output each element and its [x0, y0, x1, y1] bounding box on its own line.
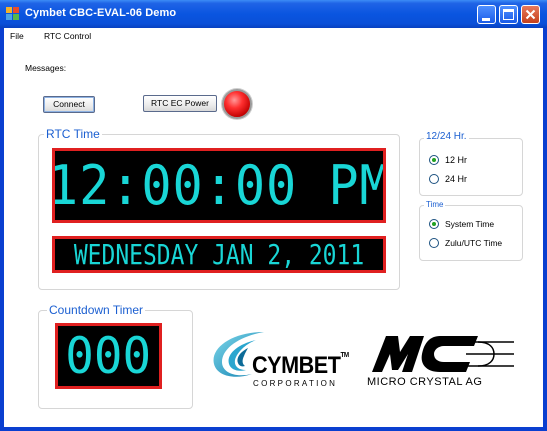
- cymbet-corporation-text: CORPORATION: [253, 379, 338, 388]
- status-led-indicator: [222, 89, 252, 119]
- menu-rtc-control[interactable]: RTC Control: [44, 31, 91, 41]
- rtc-time-title: RTC Time: [44, 127, 102, 141]
- window-title: Cymbet CBC-EVAL-06 Demo: [25, 7, 177, 19]
- menu-file[interactable]: File: [10, 31, 24, 41]
- cymbet-logo-text: CYMBETTM: [252, 352, 349, 380]
- connect-button[interactable]: Connect: [43, 96, 95, 113]
- minimize-icon: [482, 18, 490, 21]
- radio-zulu-utc-time-label: Zulu/UTC Time: [445, 238, 503, 248]
- cymbet-name: CYMBET: [252, 352, 341, 379]
- rtc-time-value: 12:00:00 PM: [52, 153, 386, 217]
- messages-label: Messages:: [25, 63, 67, 73]
- micro-crystal-caption: MICRO CRYSTAL AG: [367, 376, 483, 388]
- radio-selected-icon: [429, 219, 439, 229]
- minimize-button[interactable]: [477, 5, 496, 24]
- countdown-display: 000: [55, 323, 162, 389]
- rtc-date-value: WEDNESDAY JAN 2, 2011: [73, 237, 365, 271]
- close-icon: [525, 9, 536, 20]
- radio-unselected-icon: [429, 174, 439, 184]
- rtc-time-display: 12:00:00 PM: [52, 148, 386, 223]
- hour-format-group: [419, 138, 523, 196]
- rtc-ec-power-button[interactable]: RTC EC Power: [143, 95, 217, 112]
- menu-bar: File RTC Control: [4, 28, 543, 45]
- maximize-button[interactable]: [499, 5, 518, 24]
- radio-system-time-label: System Time: [445, 219, 495, 229]
- countdown-title: Countdown Timer: [47, 303, 146, 317]
- rtc-date-display: WEDNESDAY JAN 2, 2011: [52, 236, 386, 273]
- radio-12-hr-label: 12 Hr: [445, 155, 468, 165]
- radio-zulu-utc-time[interactable]: Zulu/UTC Time: [429, 238, 502, 248]
- radio-system-time[interactable]: System Time: [429, 219, 494, 229]
- radio-12-hr[interactable]: 12 Hr: [429, 155, 467, 165]
- micro-crystal-mc-logo: [372, 336, 514, 372]
- countdown-value: 000: [65, 327, 152, 385]
- time-source-title: Time: [424, 200, 446, 209]
- app-icon: [6, 7, 20, 21]
- radio-24-hr[interactable]: 24 Hr: [429, 174, 467, 184]
- time-source-group: [419, 205, 523, 261]
- radio-24-hr-label: 24 Hr: [445, 174, 468, 184]
- cymbet-tm: TM: [340, 352, 350, 359]
- radio-unselected-icon: [429, 238, 439, 248]
- hour-format-title: 12/24 Hr.: [424, 131, 469, 142]
- title-bar[interactable]: Cymbet CBC-EVAL-06 Demo: [0, 0, 547, 28]
- radio-selected-icon: [429, 155, 439, 165]
- maximize-icon: [503, 9, 514, 20]
- close-button[interactable]: [521, 5, 540, 24]
